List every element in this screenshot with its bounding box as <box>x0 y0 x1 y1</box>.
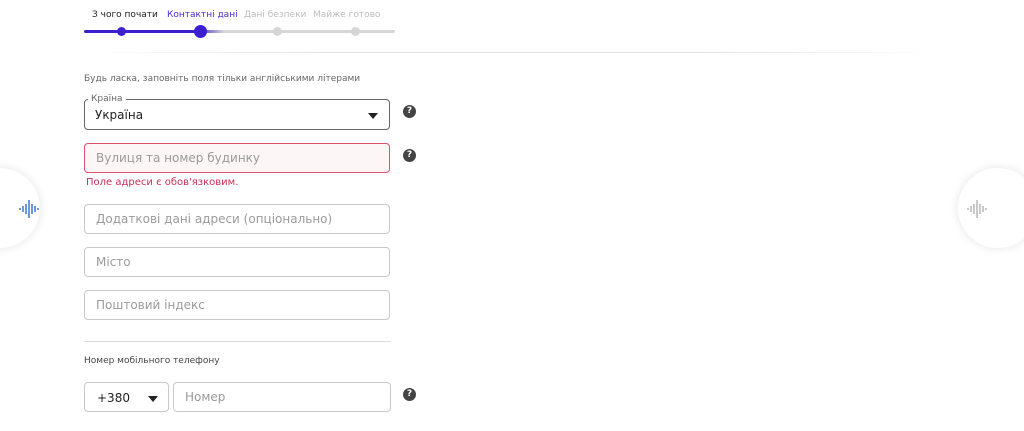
phone-number-placeholder: Номер <box>185 390 226 404</box>
previous-step-button[interactable] <box>0 168 40 248</box>
address-extra-input[interactable]: Додаткові дані адреси (опціонально) <box>84 204 390 234</box>
step-label-security: Дані безпеки <box>244 10 307 20</box>
country-code-value: +380 <box>97 391 130 405</box>
phone-section-label: Номер мобільного телефону <box>84 356 220 366</box>
city-input[interactable]: Місто <box>84 247 390 277</box>
help-icon[interactable]: ? <box>403 105 416 118</box>
step-dot-security <box>273 27 282 36</box>
dots-wave-icon <box>967 200 987 218</box>
city-placeholder: Місто <box>96 255 131 269</box>
chevron-down-icon <box>148 396 158 402</box>
phone-number-input[interactable]: Номер <box>173 382 391 412</box>
step-label-almost-done: Майже готово <box>313 10 381 20</box>
help-icon[interactable]: ? <box>403 388 416 401</box>
header-divider <box>84 52 944 53</box>
country-code-select[interactable]: +380 <box>84 382 169 412</box>
country-value: Україна <box>95 108 144 122</box>
step-label-start[interactable]: З чого почати <box>92 10 158 20</box>
section-divider <box>84 341 391 342</box>
help-icon[interactable]: ? <box>403 149 416 162</box>
progress-steps: З чого почати Контактні дані Дані безпек… <box>84 8 404 48</box>
step-dot-start <box>117 27 126 36</box>
step-label-contact[interactable]: Контактні дані <box>167 10 238 20</box>
country-label: Країна <box>88 95 126 104</box>
step-dot-almost-done <box>351 27 360 36</box>
progress-track <box>84 30 395 33</box>
step-dot-contact <box>194 25 207 38</box>
country-select[interactable]: Україна <box>84 99 390 130</box>
address-extra-placeholder: Додаткові дані адреси (опціонально) <box>96 212 333 226</box>
street-placeholder: Вулиця та номер будинку <box>96 151 261 165</box>
postal-code-placeholder: Поштовий індекс <box>96 298 205 312</box>
english-letters-hint: Будь ласка, заповніть поля тільки англій… <box>84 74 361 84</box>
chevron-down-icon <box>368 113 378 119</box>
street-error-message: Поле адреси є обов'язковим. <box>86 177 239 188</box>
next-step-button[interactable] <box>958 168 1024 248</box>
postal-code-input[interactable]: Поштовий індекс <box>84 290 390 320</box>
dots-wave-icon <box>19 200 39 218</box>
street-input[interactable]: Вулиця та номер будинку <box>84 143 390 173</box>
